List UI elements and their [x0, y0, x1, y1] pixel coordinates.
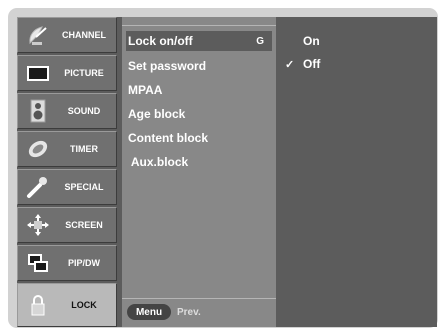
padlock-icon: [31, 295, 45, 316]
category-timer[interactable]: TIMER: [17, 131, 117, 167]
tv-screen-icon: [27, 66, 49, 81]
option-label: Off: [303, 57, 321, 71]
special-wand-icon: [27, 177, 47, 198]
submenu-item-label: Lock on/off: [128, 34, 193, 48]
submenu-item-label: Content block: [128, 131, 208, 145]
submenu-top-bar: [122, 17, 276, 26]
category-label-picture: PICTURE: [64, 68, 104, 78]
category-screen[interactable]: SCREEN: [17, 207, 117, 243]
option-off[interactable]: ✓ Off: [285, 54, 320, 74]
category-label-screen: SCREEN: [65, 220, 103, 230]
category-picture[interactable]: PICTURE: [17, 55, 117, 91]
pip-windows-icon: [28, 254, 48, 272]
submenu-item-aux-block[interactable]: Aux.block: [128, 152, 188, 172]
category-pip-dw[interactable]: PIP/DW: [17, 245, 117, 281]
category-label-pip-dw: PIP/DW: [67, 258, 100, 268]
category-lock[interactable]: LOCK: [17, 283, 117, 327]
satellite-dish-icon: [29, 26, 47, 45]
lock-submenu: Lock on/off G Set password MPAA Age bloc…: [122, 17, 276, 327]
submenu-item-set-password[interactable]: Set password: [128, 56, 206, 76]
option-label: On: [303, 34, 320, 48]
category-label-timer: TIMER: [70, 144, 98, 154]
speaker-icon: [30, 99, 46, 123]
clock-icon: [28, 140, 48, 158]
category-sound[interactable]: SOUND: [17, 93, 117, 129]
category-channel[interactable]: CHANNEL: [17, 17, 117, 53]
category-label-sound: SOUND: [67, 106, 101, 116]
lock-options-panel: On ✓ Off: [277, 17, 437, 327]
submenu-item-mpaa[interactable]: MPAA: [128, 80, 162, 100]
submenu-item-label: Set password: [128, 59, 207, 73]
submenu-item-label: MPAA: [128, 83, 163, 97]
prev-label: Prev.: [177, 306, 201, 318]
check-icon: ✓: [285, 58, 295, 71]
category-label-channel: CHANNEL: [62, 30, 106, 40]
submenu-item-age-block[interactable]: Age block: [128, 104, 185, 124]
category-label-lock: LOCK: [71, 300, 97, 310]
submenu-item-label: Aux.block: [128, 155, 189, 169]
category-label-special: SPECIAL: [64, 182, 104, 192]
submenu-item-label: Age block: [128, 107, 186, 121]
menu-button[interactable]: Menu: [127, 304, 171, 320]
category-special[interactable]: SPECIAL: [17, 169, 117, 205]
submenu-item-key: G: [256, 35, 264, 47]
screen-arrows-icon: [27, 214, 49, 236]
submenu-item-content-block[interactable]: Content block: [128, 128, 208, 148]
option-on[interactable]: On: [285, 31, 320, 51]
submenu-footer-divider: [122, 298, 276, 299]
submenu-item-lock-on-off[interactable]: Lock on/off G: [126, 31, 272, 51]
